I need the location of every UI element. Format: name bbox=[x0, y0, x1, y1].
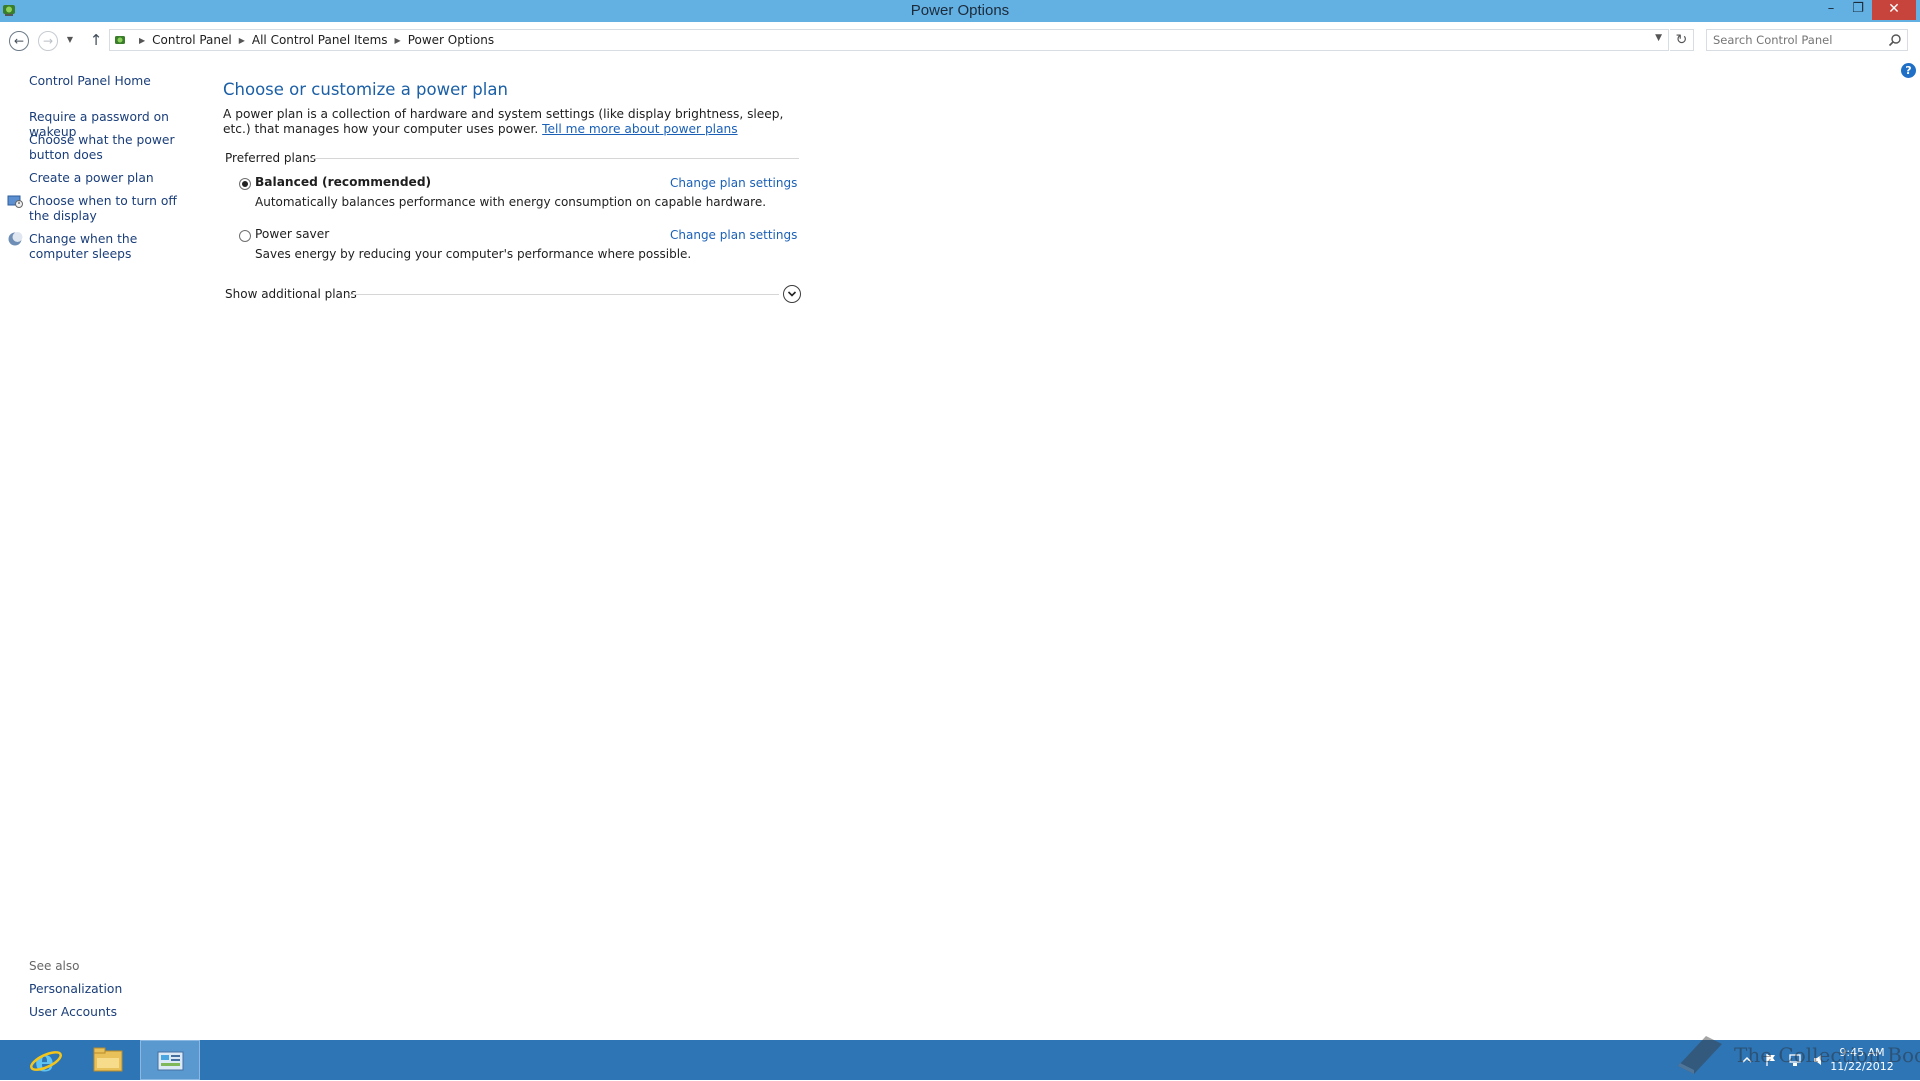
power-saver-change-settings-link[interactable]: Change plan settings bbox=[670, 228, 797, 242]
sidebar-item-user-accounts[interactable]: User Accounts bbox=[29, 1005, 199, 1020]
watermark: The Collection Book bbox=[1672, 1030, 1920, 1076]
sidebar-item-personalization[interactable]: Personalization bbox=[29, 982, 199, 997]
balanced-plan-radio[interactable] bbox=[239, 178, 251, 190]
balanced-plan-description: Automatically balances performance with … bbox=[255, 195, 767, 209]
radio-selected-dot bbox=[242, 181, 248, 187]
page-title: Choose or customize a power plan bbox=[223, 80, 508, 99]
balanced-plan-name[interactable]: Balanced (recommended) bbox=[255, 175, 431, 189]
sidebar-item-display-off[interactable]: Choose when to turn off the display bbox=[29, 194, 199, 224]
breadcrumb-all-items[interactable]: All Control Panel Items bbox=[252, 33, 388, 47]
forward-button[interactable]: → bbox=[38, 31, 58, 51]
balanced-change-settings-link[interactable]: Change plan settings bbox=[670, 176, 797, 190]
moon-icon bbox=[8, 232, 23, 246]
taskbar: e 9:45 AM 11/22/2012 bbox=[0, 1040, 1920, 1080]
minimize-button[interactable]: – bbox=[1818, 0, 1844, 20]
breadcrumb-separator[interactable]: ▶ bbox=[239, 36, 245, 45]
file-explorer-icon bbox=[93, 1047, 123, 1072]
power-saver-plan-description: Saves energy by reducing your computer's… bbox=[255, 247, 692, 261]
monitor-shield-icon bbox=[7, 195, 23, 208]
control-panel-icon bbox=[115, 36, 125, 44]
title-bar: Power Options – ❐ ✕ bbox=[0, 0, 1920, 22]
taskbar-file-explorer[interactable] bbox=[78, 1040, 138, 1080]
control-panel-home-link[interactable]: Control Panel Home bbox=[29, 74, 199, 89]
address-dropdown-icon[interactable]: ▼ bbox=[1655, 33, 1662, 43]
preferred-plans-label: Preferred plans bbox=[225, 151, 317, 165]
show-additional-plans-label[interactable]: Show additional plans bbox=[225, 287, 357, 301]
breadcrumb: ▶ Control Panel ▶ All Control Panel Items ▶ P… bbox=[132, 33, 494, 47]
taskbar-control-panel[interactable] bbox=[140, 1040, 200, 1080]
recent-locations-button[interactable]: ▼ bbox=[64, 34, 76, 46]
breadcrumb-separator[interactable]: ▶ bbox=[395, 36, 401, 45]
search-box[interactable] bbox=[1706, 29, 1908, 51]
sidebar-item-computer-sleeps[interactable]: Change when the computer sleeps bbox=[29, 232, 199, 262]
additional-plans-divider bbox=[349, 294, 779, 295]
breadcrumb-control-panel[interactable]: Control Panel bbox=[152, 33, 232, 47]
svg-text:e: e bbox=[35, 1044, 54, 1079]
learn-more-link[interactable]: Tell me more about power plans bbox=[542, 122, 737, 136]
close-button[interactable]: ✕ bbox=[1872, 0, 1916, 20]
address-bar[interactable]: ▶ Control Panel ▶ All Control Panel Items ▶ P… bbox=[109, 29, 1669, 51]
navigation-bar: ← → ▼ ↑ ▶ Control Panel ▶ All Control Panel… bbox=[0, 23, 1920, 59]
see-also-heading: See also bbox=[29, 959, 80, 973]
intro-text: A power plan is a collection of hardware… bbox=[223, 107, 813, 137]
up-button[interactable]: ↑ bbox=[86, 31, 106, 51]
sidebar-item-power-button[interactable]: Choose what the power button does bbox=[29, 133, 199, 163]
search-input[interactable] bbox=[1713, 32, 1873, 48]
back-button[interactable]: ← bbox=[9, 31, 29, 51]
taskbar-internet-explorer[interactable]: e bbox=[16, 1040, 76, 1080]
refresh-icon[interactable]: ↻ bbox=[1670, 29, 1694, 51]
sidebar-item-create-plan[interactable]: Create a power plan bbox=[29, 171, 199, 186]
breadcrumb-separator[interactable]: ▶ bbox=[139, 36, 145, 45]
breadcrumb-power-options[interactable]: Power Options bbox=[408, 33, 494, 47]
chevron-down-icon bbox=[787, 291, 797, 297]
left-pane: Control Panel Home Require a password on… bbox=[0, 60, 210, 1040]
control-panel-icon bbox=[157, 1051, 184, 1071]
window-title: Power Options bbox=[910, 2, 1010, 19]
power-saver-plan-radio[interactable] bbox=[239, 230, 251, 242]
watermark-text: The Collection Book bbox=[1734, 1043, 1920, 1067]
group-divider bbox=[311, 158, 799, 159]
internet-explorer-icon: e bbox=[30, 1044, 62, 1079]
book-logo-icon bbox=[1678, 1036, 1722, 1074]
expand-additional-plans-button[interactable] bbox=[783, 285, 801, 303]
restore-button[interactable]: ❐ bbox=[1845, 0, 1871, 20]
help-icon[interactable]: ? bbox=[1901, 63, 1916, 78]
search-icon[interactable] bbox=[1888, 33, 1902, 47]
power-saver-plan-name[interactable]: Power saver bbox=[255, 227, 329, 241]
